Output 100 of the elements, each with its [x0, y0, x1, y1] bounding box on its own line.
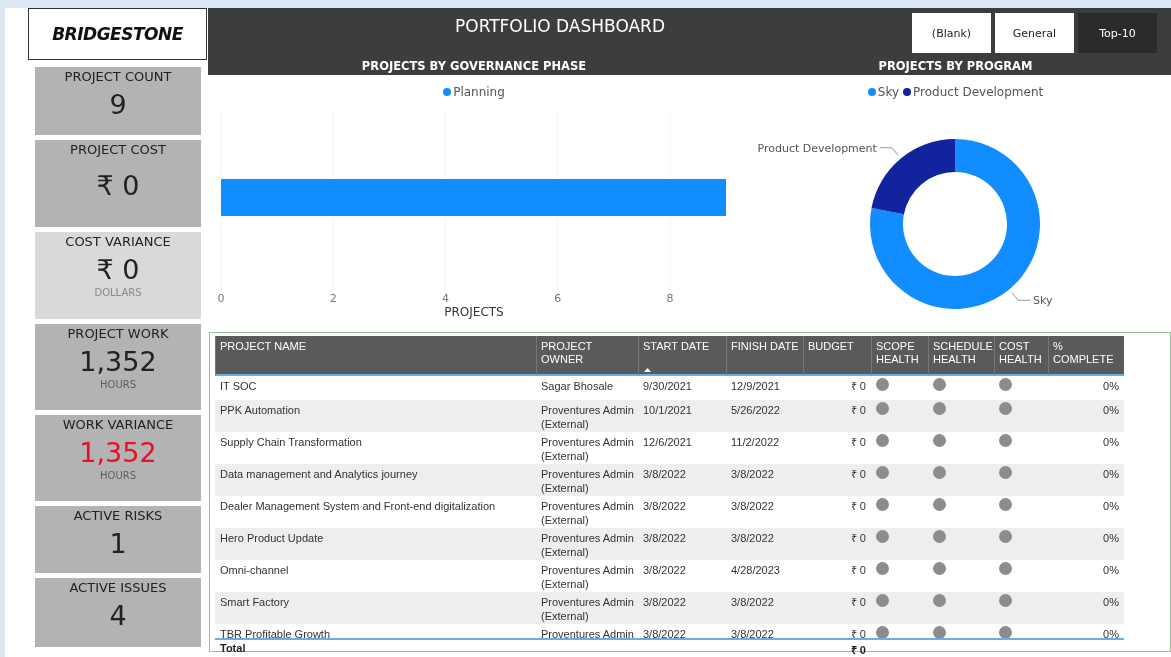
table-cell-text: 9/30/2021: [642, 379, 693, 393]
table-cell-text: 10/1/2021: [642, 403, 693, 417]
status-dot: [933, 378, 946, 391]
table-cell-text: Proventures Admin: [540, 627, 635, 638]
status-dot: [933, 594, 946, 607]
kpi-unit: DOLLARS: [94, 287, 142, 298]
table-cell-text: 0%: [1102, 435, 1120, 449]
legend-item: Sky: [867, 85, 900, 99]
kpi-title: PROJECT COST: [70, 142, 166, 157]
total-label: Total: [219, 641, 247, 656]
table-cell-text: 11/2/2022: [730, 435, 781, 449]
axis-tick-label: 6: [554, 292, 562, 305]
axis-tick-label: 0: [217, 292, 225, 305]
table-cell-text: ₹ 0: [849, 627, 867, 638]
table-cell-text: 12/6/2021: [642, 435, 693, 449]
table-cell-text: 3/8/2022: [730, 467, 775, 481]
status-dot: [876, 378, 889, 391]
table-cell-text: ₹ 0: [849, 563, 867, 577]
status-dot: [933, 530, 946, 543]
table-cell-text: 3/8/2022: [730, 627, 775, 638]
table-cell-text: 0%: [1102, 595, 1120, 609]
table-cell-text: IT SOC: [219, 379, 258, 393]
column-header[interactable]: FINISH DATE: [726, 336, 803, 376]
filter-button[interactable]: (Blank): [912, 13, 991, 53]
column-header[interactable]: COST HEALTH: [994, 336, 1048, 376]
filter-button[interactable]: General: [995, 13, 1074, 53]
column-header[interactable]: START DATE: [638, 336, 726, 376]
table-cell-text: Proventures Admin (External): [540, 435, 635, 463]
status-dot: [999, 466, 1012, 479]
table-cell-text: Proventures Admin (External): [540, 499, 635, 527]
column-header[interactable]: PROJECT OWNER: [536, 336, 638, 376]
status-dot: [876, 594, 889, 607]
table-cell-text: 3/8/2022: [642, 467, 687, 481]
status-dot: [876, 434, 889, 447]
table-cell-text: ₹ 0: [849, 467, 867, 481]
table-cell-text: 0%: [1102, 499, 1120, 513]
kpi-unit: HOURS: [100, 470, 136, 481]
table-cell-text: 3/8/2022: [730, 595, 775, 609]
table-cell-text: Proventures Admin (External): [540, 595, 635, 623]
table-cell-text: 0%: [1102, 563, 1120, 577]
kpi-value: 1,352: [79, 345, 157, 379]
table-cell-text: Proventures Admin (External): [540, 467, 635, 495]
table-cell-text: ₹ 0: [849, 403, 867, 417]
table-cell-text: Sagar Bhosale: [540, 379, 615, 393]
brand-logo: BRIDGESTONE: [28, 8, 207, 60]
table-cell-text: ₹ 0: [849, 531, 867, 545]
leader-line: [879, 147, 899, 156]
slice-label: Sky: [1033, 294, 1053, 308]
status-dot: [999, 402, 1012, 415]
column-header[interactable]: BUDGET: [803, 336, 871, 376]
table-cell-text: ₹ 0: [849, 435, 867, 449]
column-header[interactable]: SCOPE HEALTH: [871, 336, 928, 376]
kpi-title: PROJECT WORK: [67, 326, 169, 341]
status-dot: [999, 626, 1012, 638]
kpi-title: ACTIVE ISSUES: [69, 580, 167, 595]
leader-line: [1011, 292, 1031, 301]
table-cell-text: Omni-channel: [219, 563, 290, 577]
status-dot: [876, 626, 889, 638]
table-cell-text: 5/26/2022: [730, 403, 781, 417]
chart-title: PROJECTS BY GOVERNANCE PHASE: [360, 58, 588, 75]
column-header[interactable]: SCHEDULE HEALTH: [928, 336, 994, 376]
kpi-title: ACTIVE RISKS: [73, 508, 163, 523]
table-cell-text: TBR Profitable Growth: [219, 627, 332, 638]
status-dot: [876, 530, 889, 543]
status-dot: [933, 402, 946, 415]
status-dot: [999, 530, 1012, 543]
table-cell-text: Data management and Analytics journey: [219, 467, 419, 481]
table-cell-text: 0%: [1102, 403, 1120, 417]
status-dot: [933, 434, 946, 447]
status-dot: [933, 498, 946, 511]
table-cell-text: 3/8/2022: [642, 499, 687, 513]
table-cell-text: ₹ 0: [849, 379, 867, 393]
table-cell-text: 3/8/2022: [730, 499, 775, 513]
table-cell-text: Hero Product Update: [219, 531, 325, 545]
filter-button[interactable]: Top-10: [1078, 13, 1157, 53]
status-dot: [876, 498, 889, 511]
status-dot: [999, 378, 1012, 391]
kpi-title: COST VARIANCE: [65, 234, 171, 249]
sort-arrow-icon: [644, 368, 651, 372]
kpi-value: 1,352: [79, 436, 157, 470]
status-dot: [999, 562, 1012, 575]
axis-tick-label: 2: [329, 292, 337, 305]
kpi-title: WORK VARIANCE: [62, 417, 174, 432]
status-dot: [999, 434, 1012, 447]
column-header[interactable]: % COMPLETE: [1048, 336, 1124, 376]
kpi-value: 1: [109, 527, 127, 561]
status-dot: [933, 562, 946, 575]
table-cell-text: 3/8/2022: [642, 563, 687, 577]
axis-tick-label: 4: [441, 292, 449, 305]
kpi-value: 4: [109, 599, 127, 633]
column-header[interactable]: PROJECT NAME: [215, 336, 536, 376]
dashboard-title: PORTFOLIO DASHBOARD: [454, 15, 666, 38]
kpi-value: 9: [109, 88, 127, 122]
status-dot: [999, 594, 1012, 607]
axis-tick-label: 8: [666, 292, 674, 305]
table-cell-text: Smart Factory: [219, 595, 291, 609]
status-dot: [933, 466, 946, 479]
table-cell-text: 0%: [1102, 627, 1120, 638]
kpi-title: PROJECT COUNT: [64, 69, 172, 84]
legend-item: Product Development: [903, 85, 1044, 99]
